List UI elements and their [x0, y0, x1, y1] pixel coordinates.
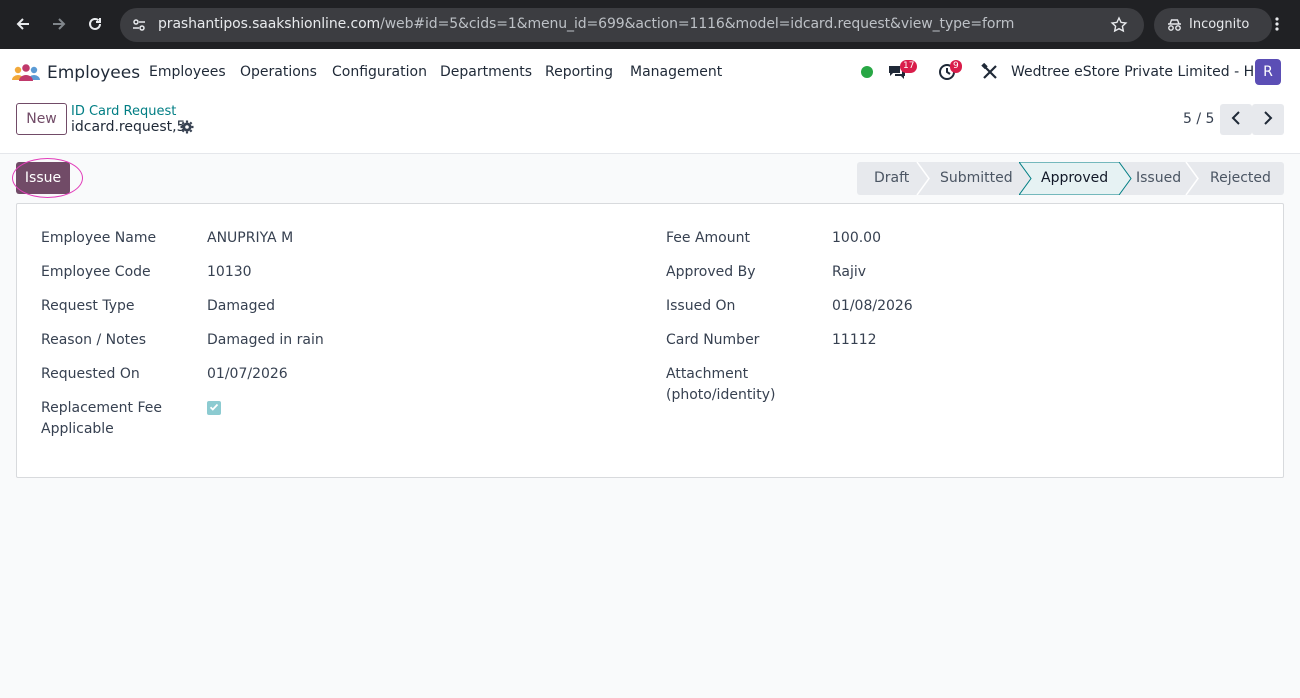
stage-separator	[916, 162, 930, 195]
stage-draft[interactable]: Draft	[874, 162, 909, 195]
stage-submitted[interactable]: Submitted	[940, 162, 1013, 195]
status-bar: Draft Submitted Approved Issued Rejected	[857, 162, 1284, 195]
field-request-type[interactable]: Damaged	[207, 296, 275, 317]
label-card-number: Card Number	[666, 332, 760, 348]
label-request-type: Request Type	[41, 298, 135, 314]
field-requested-on[interactable]: 01/07/2026	[207, 364, 288, 385]
activities-count-badge: 9	[950, 60, 962, 73]
site-settings-icon[interactable]	[131, 17, 147, 37]
issue-button[interactable]: Issue	[16, 162, 70, 194]
field-reason-notes[interactable]: Damaged in rain	[207, 330, 324, 351]
back-icon[interactable]	[11, 12, 35, 36]
company-switcher[interactable]: Wedtree eStore Private Limited - HO	[1011, 64, 1265, 80]
label-issued-on: Issued On	[666, 298, 736, 314]
address-bar[interactable]: prashantipos.saakshionline.com/web#id=5&…	[120, 8, 1144, 42]
label-employee-code: Employee Code	[41, 264, 151, 280]
menu-employees[interactable]: Employees	[149, 64, 226, 80]
incognito-indicator[interactable]: Incognito	[1154, 8, 1272, 42]
messages-count-badge: 17	[900, 60, 918, 73]
new-button[interactable]: New	[16, 103, 67, 135]
stage-approved[interactable]: Approved	[1041, 162, 1108, 195]
label-replacement-fee-line2: Applicable	[41, 421, 114, 437]
label-replacement-fee-line1: Replacement Fee	[41, 400, 162, 416]
pager-next-button[interactable]	[1252, 104, 1284, 135]
bookmark-star-icon[interactable]	[1110, 16, 1128, 38]
chevron-left-icon	[1231, 110, 1241, 129]
label-fee-amount: Fee Amount	[666, 230, 750, 246]
label-attachment-line1: Attachment	[666, 366, 749, 382]
debug-tools-icon[interactable]	[981, 62, 999, 85]
stage-rejected[interactable]: Rejected	[1210, 162, 1271, 195]
gear-icon[interactable]	[180, 120, 194, 138]
breadcrumb-current: idcard.request,5	[71, 119, 186, 135]
menu-operations[interactable]: Operations	[240, 64, 317, 80]
menu-management[interactable]: Management	[630, 64, 722, 80]
incognito-label: Incognito	[1189, 17, 1250, 32]
field-employee-code[interactable]: 10130	[207, 262, 252, 283]
label-employee-name: Employee Name	[41, 230, 157, 246]
menu-reporting[interactable]: Reporting	[545, 64, 613, 80]
field-fee-amount[interactable]: 100.00	[832, 228, 881, 249]
field-issued-on[interactable]: 01/08/2026	[832, 296, 913, 317]
breadcrumb-parent[interactable]: ID Card Request	[71, 104, 176, 119]
replacement-fee-checkbox[interactable]	[207, 401, 221, 415]
employees-app-icon[interactable]	[12, 63, 40, 85]
forward-icon[interactable]	[47, 12, 71, 36]
field-approved-by[interactable]: Rajiv	[832, 262, 866, 283]
chevron-right-icon	[1263, 110, 1273, 129]
menu-configuration[interactable]: Configuration	[332, 64, 427, 80]
pager-value[interactable]: 5 / 5	[1183, 111, 1214, 127]
browser-chrome: prashantipos.saakshionline.com/web#id=5&…	[0, 0, 1300, 49]
checkmark-icon	[209, 400, 219, 416]
pager-previous-button[interactable]	[1220, 104, 1252, 135]
menu-departments[interactable]: Departments	[440, 64, 532, 80]
incognito-icon	[1166, 17, 1183, 37]
label-attachment-line2: (photo/identity)	[666, 387, 776, 403]
label-reason-notes: Reason / Notes	[41, 332, 147, 348]
control-panel: New ID Card Request idcard.request,5 5 /…	[0, 95, 1300, 154]
user-avatar[interactable]: R	[1255, 59, 1281, 85]
reload-icon[interactable]	[83, 12, 107, 36]
browser-menu-icon[interactable]	[1265, 12, 1289, 36]
label-requested-on: Requested On	[41, 366, 140, 382]
stage-issued[interactable]: Issued	[1136, 162, 1181, 195]
field-attachment[interactable]	[832, 364, 1032, 385]
field-card-number[interactable]: 11112	[832, 330, 877, 351]
app-navbar: Employees Employees Operations Configura…	[0, 49, 1300, 95]
stage-separator	[1185, 162, 1199, 195]
field-employee-name[interactable]: ANUPRIYA M	[207, 228, 293, 249]
app-title[interactable]: Employees	[47, 63, 140, 83]
url-text: prashantipos.saakshionline.com/web#id=5&…	[158, 16, 1015, 32]
label-approved-by: Approved By	[666, 264, 756, 280]
presence-status-dot[interactable]	[861, 66, 873, 78]
